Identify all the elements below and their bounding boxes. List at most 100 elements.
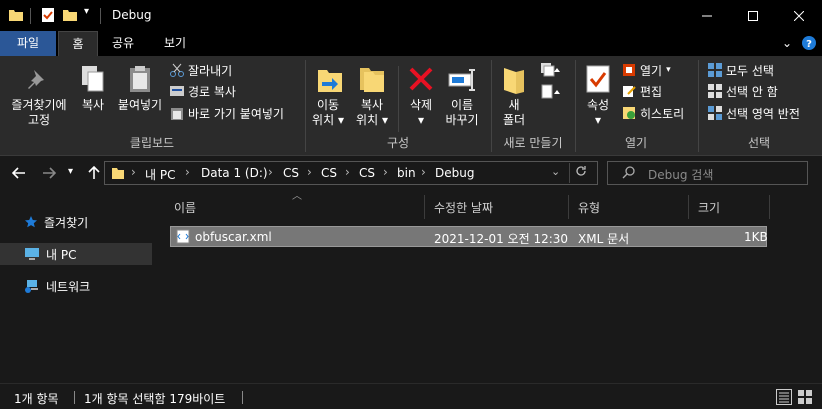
tab-file[interactable]: 파일 — [0, 31, 56, 56]
new-folder-button[interactable]: 새 폴더 — [496, 98, 532, 128]
breadcrumb-cs-2[interactable]: CS — [321, 166, 337, 180]
search-icon — [622, 166, 635, 182]
recent-locations-button[interactable]: ▾ — [68, 166, 73, 177]
breadcrumb-bin[interactable]: bin — [397, 166, 416, 180]
divider[interactable] — [424, 195, 425, 219]
forward-button[interactable] — [42, 165, 57, 184]
details-view-button[interactable] — [776, 389, 792, 408]
delete-button[interactable]: 삭제 ▾ — [402, 98, 440, 128]
nav-item-label: 즐겨찾기 — [44, 215, 89, 230]
breadcrumb-drive[interactable]: Data 1 (D:) — [201, 166, 268, 180]
refresh-button[interactable] — [575, 165, 587, 181]
chevron-right-icon[interactable]: › — [345, 165, 350, 179]
rename-button[interactable]: 이름 바꾸기 — [440, 98, 484, 128]
paste-shortcut-button[interactable]: 바로 가기 붙여넣기 — [170, 104, 284, 122]
customize-toolbar-icon[interactable]: ▾ — [84, 6, 89, 17]
file-list: ︿ 이름 수정한 날짜 유형 크기 obfuscar.xml 2021-12-0… — [152, 189, 822, 383]
chevron-right-icon[interactable]: › — [268, 165, 273, 179]
column-header-modified[interactable]: 수정한 날짜 — [434, 199, 493, 216]
tab-home[interactable]: 홈 — [58, 31, 98, 56]
status-bar: 1개 항목 1개 항목 선택함 179바이트 — [0, 383, 822, 409]
edit-button[interactable]: 편집 — [622, 82, 662, 100]
properties-button[interactable]: 속성 ▾ — [578, 98, 618, 128]
copy-to-button[interactable]: 복사 위치 ▾ — [352, 98, 392, 128]
help-icon[interactable]: ? — [802, 36, 816, 53]
search-box[interactable]: Debug 검색 — [607, 161, 808, 185]
properties-icon[interactable] — [40, 7, 56, 26]
close-icon — [794, 10, 804, 21]
move-to-icon — [316, 64, 344, 97]
close-button[interactable] — [776, 0, 822, 31]
breadcrumb-cs-3[interactable]: CS — [359, 166, 375, 180]
divider[interactable] — [688, 195, 689, 219]
file-type: XML 문서 — [578, 232, 630, 246]
move-to-button[interactable]: 이동 위치 ▾ — [310, 98, 346, 128]
address-bar[interactable]: › 내 PC › Data 1 (D:) › CS › CS › CS › bi… — [104, 161, 598, 185]
copy-path-button[interactable]: 경로 복사 — [170, 82, 236, 100]
column-header-name[interactable]: 이름 — [174, 199, 196, 216]
copy-to-label-2: 위치 — [356, 113, 379, 127]
pin-label-1: 즐겨찾기에 — [11, 98, 67, 112]
folder-icon[interactable] — [8, 7, 24, 26]
address-history-button[interactable]: ⌄ — [551, 165, 560, 178]
easy-access-button[interactable] — [540, 84, 562, 103]
select-group-label: 선택 — [747, 136, 771, 150]
open-button[interactable]: 열기 ▾ — [622, 61, 671, 79]
nav-item-network[interactable]: 네트워크 — [0, 275, 152, 297]
chevron-right-icon[interactable]: › — [383, 165, 388, 179]
breadcrumb-this-pc[interactable]: 내 PC — [145, 166, 175, 183]
column-header-size[interactable]: 크기 — [698, 199, 720, 216]
nav-item-this-pc[interactable]: 내 PC — [0, 243, 152, 265]
select-none-button[interactable]: 선택 안 함 — [708, 82, 778, 100]
rename-label-1: 이름 — [450, 98, 474, 112]
pin-label-2: 고정 — [27, 113, 51, 127]
new-folder-icon[interactable] — [62, 7, 78, 26]
tab-view[interactable]: 보기 — [152, 31, 198, 56]
minimize-button[interactable] — [684, 0, 730, 31]
up-arrow-icon — [88, 165, 100, 179]
history-button[interactable]: 히스토리 — [622, 104, 684, 122]
invert-selection-button[interactable]: 선택 영역 반전 — [708, 104, 800, 122]
navigation-bar: ▾ › 내 PC › Data 1 (D:) › CS › CS › CS › … — [0, 157, 822, 189]
tab-share[interactable]: 공유 — [100, 31, 146, 56]
paste-shortcut-label: 바로 가기 붙여넣기 — [188, 106, 284, 121]
breadcrumb-debug[interactable]: Debug — [435, 166, 474, 180]
new-item-icon — [541, 63, 560, 77]
divider[interactable] — [568, 195, 569, 219]
chevron-right-icon[interactable]: › — [131, 165, 136, 179]
paste-button[interactable]: 붙여넣기 — [112, 98, 168, 113]
chevron-right-icon[interactable]: › — [307, 165, 312, 179]
up-button[interactable] — [87, 165, 101, 184]
copy-path-label: 경로 복사 — [188, 84, 236, 99]
copy-to-icon — [358, 64, 386, 97]
nav-item-label: 내 PC — [46, 247, 77, 262]
sort-ascending-icon: ︿ — [292, 191, 302, 202]
computer-icon — [25, 248, 39, 260]
cut-button[interactable]: 잘라내기 — [170, 61, 232, 79]
copy-button[interactable]: 복사 — [76, 98, 110, 113]
open-label: 열기 — [640, 63, 663, 78]
select-none-icon — [708, 84, 722, 98]
file-modified: 2021-12-01 오전 12:30 — [434, 232, 569, 246]
table-row[interactable]: obfuscar.xml 2021-12-01 오전 12:30 XML 문서 … — [170, 226, 768, 247]
chevron-right-icon[interactable]: › — [421, 165, 426, 179]
back-button[interactable] — [11, 165, 26, 184]
expand-ribbon-icon[interactable]: ⌄ — [782, 36, 792, 50]
pin-to-quick-access-button[interactable]: 즐겨찾기에 고정 — [4, 98, 74, 128]
chevron-right-icon[interactable]: › — [185, 165, 190, 179]
column-header-type[interactable]: 유형 — [578, 199, 600, 216]
details-view-icon — [776, 389, 792, 405]
new-item-button[interactable] — [540, 62, 562, 81]
select-all-button[interactable]: 모두 선택 — [708, 61, 774, 79]
maximize-button[interactable] — [730, 0, 776, 31]
nav-item-quick-access[interactable]: 즐겨찾기 — [0, 211, 152, 233]
divider[interactable] — [769, 195, 770, 219]
svg-text:?: ? — [806, 39, 812, 50]
breadcrumb-cs-1[interactable]: CS — [283, 166, 299, 180]
large-icons-view-button[interactable] — [797, 389, 813, 408]
invert-selection-label: 선택 영역 반전 — [726, 106, 800, 121]
search-input[interactable]: Debug 검색 — [648, 166, 713, 183]
selection-info: 1개 항목 선택함 179바이트 — [84, 392, 226, 406]
scissors-icon — [170, 63, 184, 77]
rename-label-2: 바꾸기 — [445, 113, 479, 127]
